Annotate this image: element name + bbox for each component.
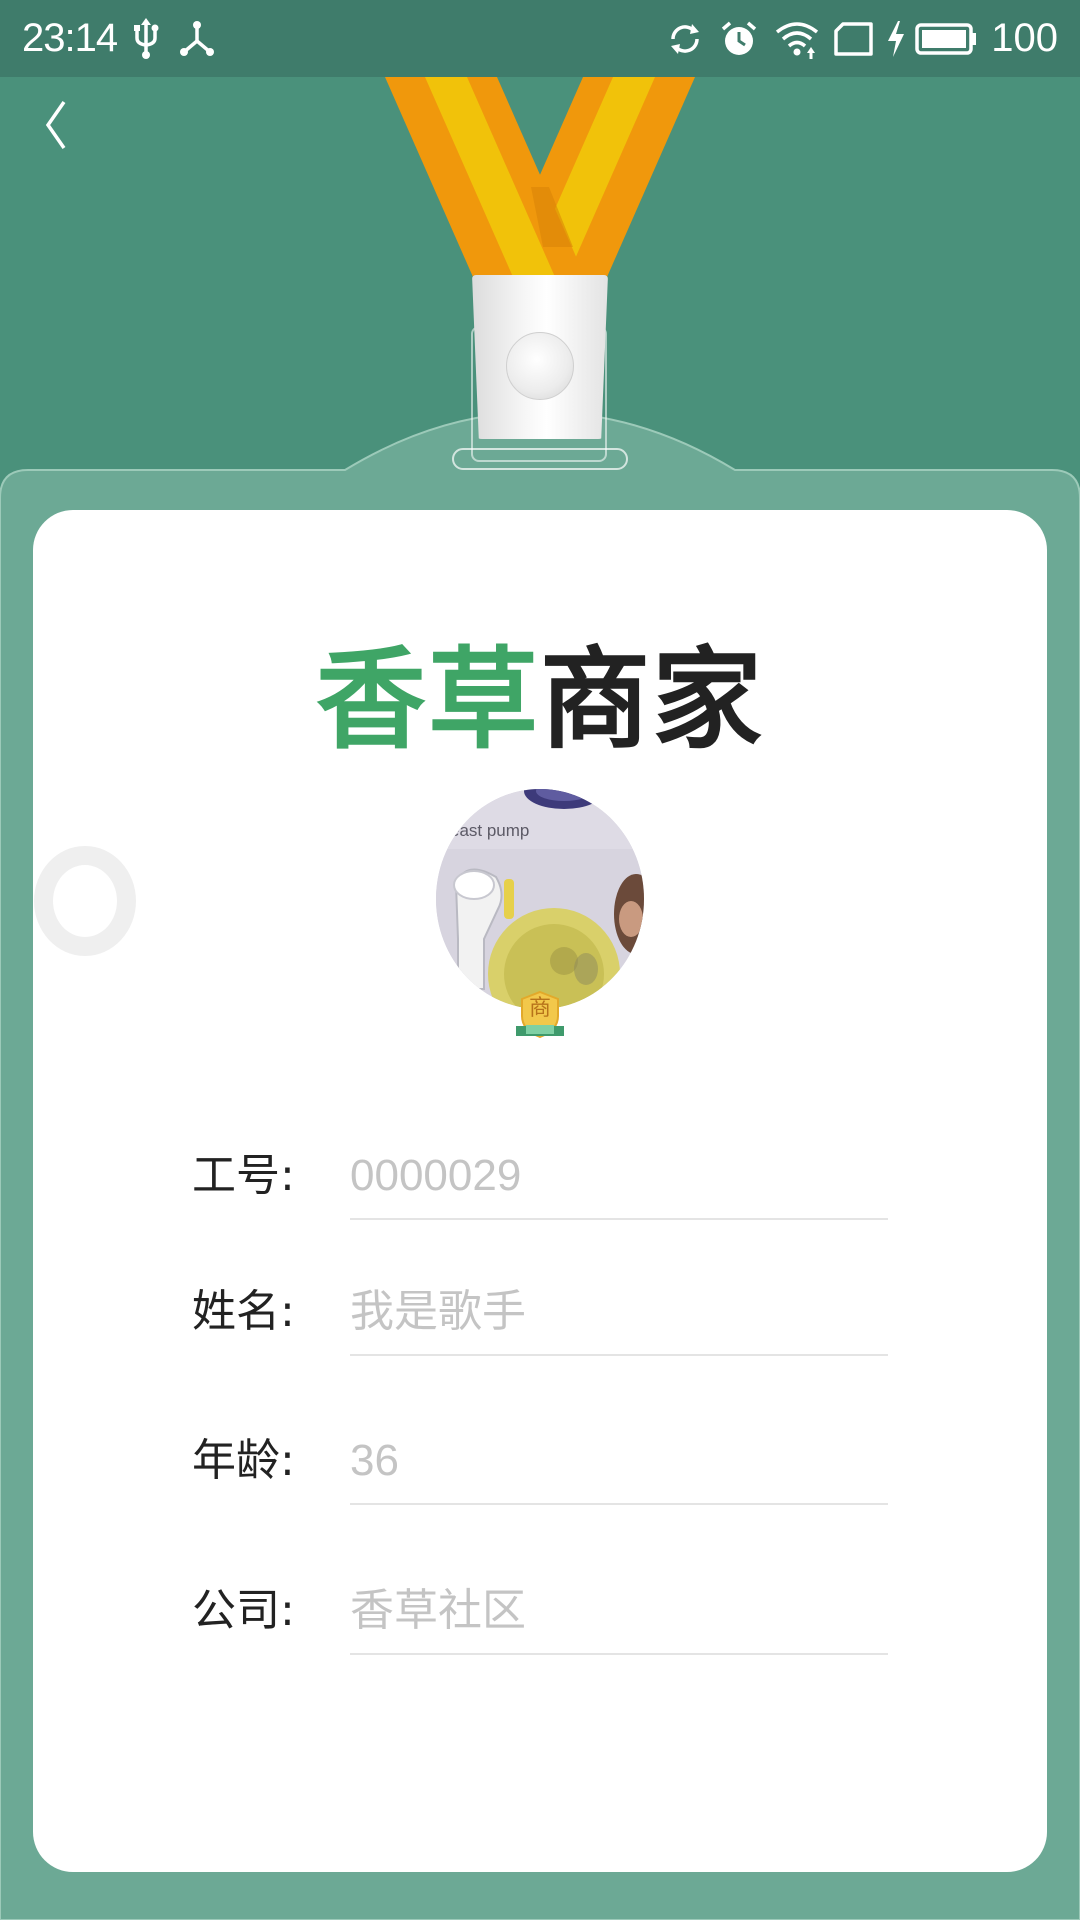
brand-text-dark: 商家 <box>540 636 764 764</box>
field-age: 年龄: 36 <box>192 1415 888 1505</box>
name-field[interactable]: 我是歌手 <box>350 1286 888 1356</box>
employee-id-field[interactable]: 0000029 <box>350 1150 888 1220</box>
field-label-employee-id: 工号: <box>192 1150 295 1201</box>
avatar[interactable]: east pump <box>436 789 644 1009</box>
card-punch-hole <box>34 846 136 956</box>
field-label-age: 年龄: <box>192 1435 295 1486</box>
brand-text-green: 香草 <box>316 636 540 764</box>
age-field[interactable]: 36 <box>350 1435 888 1505</box>
avatar-photo-text: east pump <box>450 821 530 840</box>
field-label-company: 公司: <box>192 1585 295 1636</box>
field-name: 姓名: 我是歌手 <box>192 1266 888 1356</box>
field-employee-id: 工号: 0000029 <box>192 1130 888 1220</box>
clip-slot <box>452 448 628 470</box>
field-label-name: 姓名: <box>192 1286 295 1337</box>
brand-logo: 香草商家 <box>0 640 1080 760</box>
field-company: 公司: 香草社区 <box>192 1565 888 1655</box>
company-field[interactable]: 香草社区 <box>350 1585 888 1655</box>
merchant-badge: 商 <box>514 990 566 1040</box>
clip-rivet <box>506 332 574 400</box>
merchant-badge-text: 商 <box>528 996 551 1021</box>
lanyard-strap <box>385 77 695 277</box>
